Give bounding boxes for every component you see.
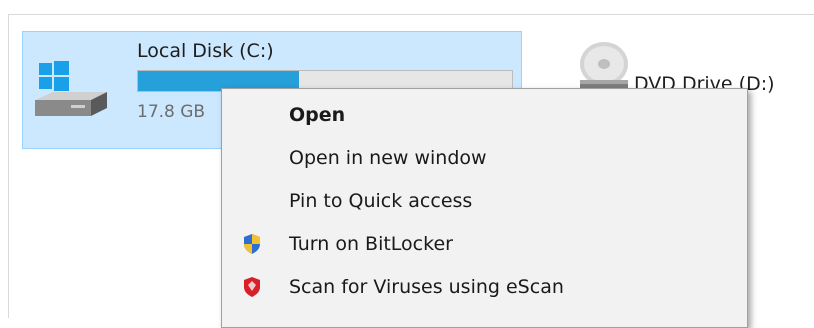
menu-item-pin-to-quick-access[interactable]: Pin to Quick access [222, 180, 747, 220]
shield-icon [242, 233, 262, 260]
menu-item-turn-on-bitlocker[interactable]: Turn on BitLocker [222, 223, 747, 263]
menu-item-open-in-new-window[interactable]: Open in new window [222, 137, 747, 177]
drive-name-c: Local Disk (C:) [137, 40, 274, 62]
hard-drive-icon [31, 58, 111, 124]
escan-shield-icon [242, 276, 262, 303]
context-menu: Open Open in new window Pin to Quick acc… [221, 88, 748, 328]
menu-item-label: Turn on BitLocker [289, 233, 453, 255]
menu-item-label: Open in new window [289, 147, 487, 169]
menu-item-label: Scan for Viruses using eScan [289, 276, 564, 298]
menu-item-label: Pin to Quick access [289, 190, 473, 212]
menu-item-label: Open [289, 104, 346, 126]
menu-item-scan-with-escan[interactable]: Scan for Viruses using eScan [222, 266, 747, 306]
menu-item-open[interactable]: Open [222, 94, 747, 134]
drive-free-space: 17.8 GB [137, 102, 206, 122]
